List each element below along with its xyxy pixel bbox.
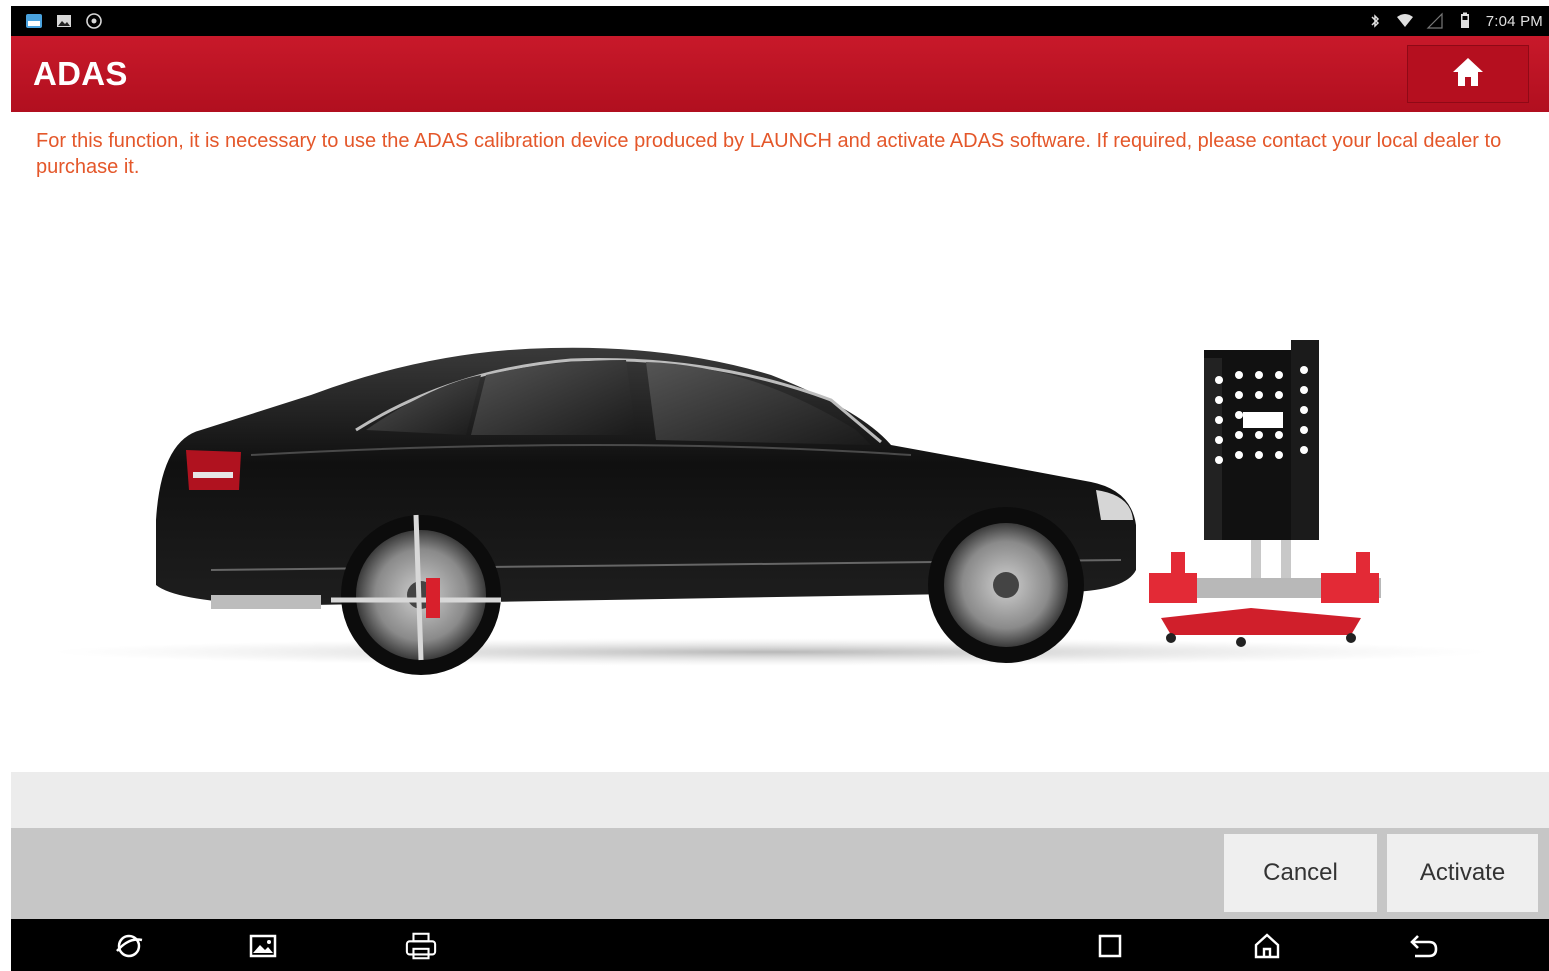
app-store-icon <box>25 12 43 30</box>
home-icon <box>1451 56 1485 93</box>
home-button[interactable] <box>1407 45 1529 103</box>
calibration-target-graphic <box>1149 340 1381 647</box>
cancel-button[interactable]: Cancel <box>1224 834 1377 912</box>
browser-icon[interactable] <box>113 930 145 962</box>
signal-icon <box>1426 12 1444 30</box>
printer-icon[interactable] <box>405 930 437 962</box>
image-notification-icon <box>55 12 73 30</box>
left-edge <box>0 0 11 971</box>
recent-apps-icon[interactable] <box>1094 930 1126 962</box>
status-bar: 7:04 PM <box>11 6 1549 36</box>
ground-shadow <box>51 638 1491 666</box>
back-icon[interactable] <box>1408 930 1440 962</box>
bluetooth-icon <box>1366 12 1384 30</box>
page-title: ADAS <box>33 55 128 92</box>
activate-button[interactable]: Activate <box>1387 834 1538 912</box>
clock-time: 7:04 PM <box>1485 12 1543 30</box>
button-bar: Cancel Activate <box>11 828 1549 919</box>
screen: 7:04 PM ADAS For this function, it is ne… <box>0 0 1549 971</box>
wifi-icon <box>1396 12 1414 30</box>
system-nav-bar <box>11 919 1549 971</box>
info-band <box>11 772 1549 828</box>
home-nav-icon[interactable] <box>1251 930 1283 962</box>
battery-icon <box>1456 12 1474 30</box>
adas-illustration <box>11 190 1549 772</box>
car-graphic <box>156 347 1136 675</box>
gallery-icon[interactable] <box>247 930 279 962</box>
settings-notification-icon <box>85 12 103 30</box>
function-notice: For this function, it is necessary to us… <box>36 130 1502 178</box>
app-header: ADAS <box>11 36 1549 112</box>
